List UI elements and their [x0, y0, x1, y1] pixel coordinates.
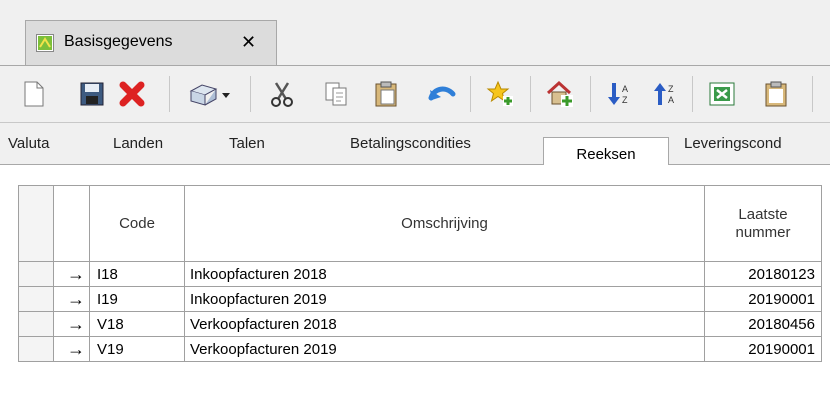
row-selector[interactable]: [18, 261, 54, 287]
paste-icon[interactable]: [372, 80, 400, 108]
row-arrow-icon: →: [53, 311, 90, 337]
toolbar-separator: [169, 76, 170, 112]
table-row[interactable]: → V19 Verkoopfacturen 2019 20190001: [18, 336, 822, 362]
cell-code[interactable]: V18: [89, 311, 185, 337]
clipboard-icon[interactable]: [762, 80, 790, 108]
column-header-laatste-nummer[interactable]: Laatste nummer: [704, 185, 822, 262]
excel-export-icon[interactable]: [708, 80, 736, 108]
tab-reeksen[interactable]: Reeksen: [543, 137, 669, 166]
add-favorite-icon[interactable]: [486, 80, 514, 108]
row-selector[interactable]: [18, 286, 54, 312]
column-header-code[interactable]: Code: [89, 185, 185, 262]
svg-text:Z: Z: [622, 95, 628, 105]
table-row[interactable]: → V18 Verkoopfacturen 2018 20180456: [18, 311, 822, 337]
tab-landen[interactable]: Landen: [113, 135, 163, 152]
row-selector[interactable]: [18, 311, 54, 337]
add-home-icon[interactable]: [546, 80, 574, 108]
cell-laatste-nummer[interactable]: 20180456: [704, 311, 822, 337]
table-row[interactable]: → I19 Inkoopfacturen 2019 20190001: [18, 286, 822, 312]
cut-icon[interactable]: [268, 80, 296, 108]
tab-betalingscondities[interactable]: Betalingscondities: [350, 135, 471, 152]
row-arrow-icon: →: [53, 336, 90, 362]
toolbar-separator: [692, 76, 693, 112]
undo-icon[interactable]: [428, 80, 456, 108]
copy-icon[interactable]: [322, 80, 350, 108]
document-tab-title: Basisgegevens: [64, 33, 173, 50]
new-document-icon[interactable]: [20, 80, 48, 108]
sort-descending-icon[interactable]: ZA: [652, 80, 680, 108]
svg-text:A: A: [622, 84, 628, 94]
content-area: Code Omschrijving Laatste nummer → I18 I…: [0, 165, 830, 400]
row-indicator-header: [53, 185, 90, 262]
column-header-omschrijving[interactable]: Omschrijving: [184, 185, 705, 262]
svg-text:A: A: [668, 95, 674, 105]
tab-reeksen-label: Reeksen: [576, 146, 636, 163]
sort-ascending-icon[interactable]: AZ: [606, 80, 634, 108]
cell-laatste-nummer[interactable]: 20190001: [704, 336, 822, 362]
cell-code[interactable]: I19: [89, 286, 185, 312]
toolbar-separator: [590, 76, 591, 112]
app-icon: [36, 34, 54, 52]
row-arrow-icon: →: [53, 261, 90, 287]
subtab-bar: Valuta Landen Talen Betalingscondities L…: [0, 123, 830, 165]
cell-omschrijving[interactable]: Verkoopfacturen 2018: [184, 311, 705, 337]
svg-text:Z: Z: [668, 84, 674, 94]
print-dropdown-icon[interactable]: [188, 80, 232, 108]
cell-laatste-nummer[interactable]: 20190001: [704, 286, 822, 312]
cell-omschrijving[interactable]: Inkoopfacturen 2018: [184, 261, 705, 287]
cell-code[interactable]: V19: [89, 336, 185, 362]
reeksen-grid: Code Omschrijving Laatste nummer → I18 I…: [18, 185, 822, 362]
grid-header-row: Code Omschrijving Laatste nummer: [18, 185, 822, 262]
toolbar-separator: [812, 76, 813, 112]
toolbar-separator: [530, 76, 531, 112]
document-tabstrip: Basisgegevens ✕: [0, 0, 830, 65]
tab-valuta[interactable]: Valuta: [8, 135, 49, 152]
row-selector-header[interactable]: [18, 185, 54, 262]
toolbar: AZ ZA: [0, 65, 830, 123]
cell-code[interactable]: I18: [89, 261, 185, 287]
row-arrow-icon: →: [53, 286, 90, 312]
delete-icon[interactable]: [118, 80, 146, 108]
tab-leveringscondities[interactable]: Leveringscond: [684, 135, 782, 152]
cell-laatste-nummer[interactable]: 20180123: [704, 261, 822, 287]
cell-omschrijving[interactable]: Inkoopfacturen 2019: [184, 286, 705, 312]
document-tab-basisgegevens[interactable]: Basisgegevens ✕: [25, 20, 277, 65]
close-icon[interactable]: ✕: [241, 30, 256, 54]
cell-omschrijving[interactable]: Verkoopfacturen 2019: [184, 336, 705, 362]
toolbar-separator: [470, 76, 471, 112]
column-header-laatste-nummer-line1: Laatste: [738, 205, 788, 223]
save-icon[interactable]: [78, 80, 106, 108]
row-selector[interactable]: [18, 336, 54, 362]
column-header-laatste-nummer-line2: nummer: [735, 223, 791, 241]
table-row[interactable]: → I18 Inkoopfacturen 2018 20180123: [18, 261, 822, 287]
toolbar-separator: [250, 76, 251, 112]
tab-talen[interactable]: Talen: [229, 135, 265, 152]
